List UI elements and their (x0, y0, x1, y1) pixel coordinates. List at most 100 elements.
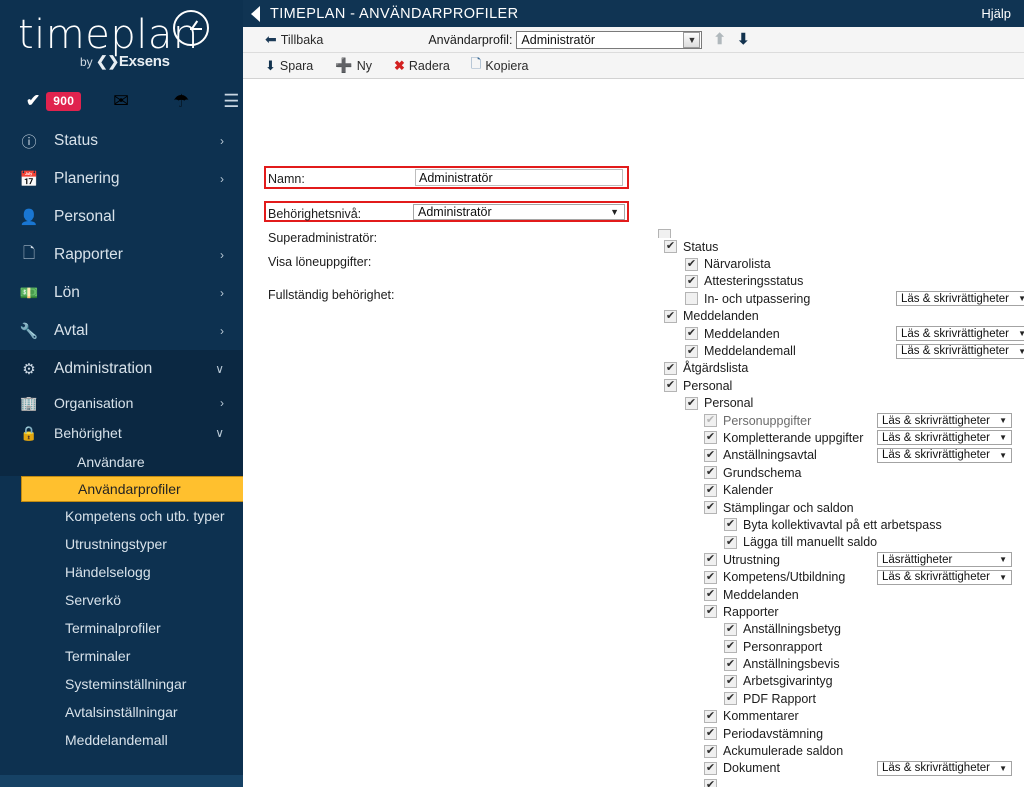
permission-checkbox[interactable]: ✔ (704, 605, 717, 619)
permission-checkbox[interactable]: ✔ (704, 414, 717, 428)
permission-label: Anställningsbevis (743, 657, 840, 672)
sidebar-item-behorighet[interactable]: 🔒 Behörighet ∨ (0, 418, 243, 448)
permission-checkbox[interactable] (685, 292, 698, 306)
permission-checkbox[interactable]: ✔ (664, 240, 677, 254)
permission-level-select[interactable]: Läsrättigheter ▼ (877, 552, 1012, 568)
permission-level-select[interactable]: Läs & skrivrättigheter ▼ (896, 291, 1024, 307)
permission-checkbox[interactable]: ✔ (685, 327, 698, 341)
permission-checkbox[interactable]: ✔ (724, 622, 737, 636)
sidebar-item-terminaler[interactable]: Terminaler (0, 642, 243, 670)
sidebar-item-utrustningstyper[interactable]: Utrustningstyper (0, 530, 243, 558)
save-button[interactable]: ⬇ Spara (265, 58, 313, 74)
sidebar-item-label: Personal (54, 208, 116, 225)
permission-label: Kommentarer (723, 709, 799, 724)
sidebar-item-planering[interactable]: 📅 Planering › (0, 160, 243, 198)
permission-checkbox[interactable]: ✔ (724, 640, 737, 654)
name-input[interactable] (415, 169, 623, 186)
permission-checkbox[interactable]: ✔ (685, 274, 698, 288)
permission-checkbox[interactable]: ✔ (704, 570, 717, 584)
permission-checkbox[interactable]: ✔ (685, 396, 698, 410)
sidebar-item-terminalprofiler[interactable]: Terminalprofiler (0, 614, 243, 642)
permission-level-value: Läs & skrivrättigheter (901, 292, 1010, 305)
exsens-mark-icon: ❮❯ (96, 53, 119, 69)
permission-checkbox[interactable]: ✔ (724, 518, 737, 532)
list-icon[interactable]: ☰ (223, 91, 239, 112)
permission-checkbox[interactable]: ✔ (704, 709, 717, 723)
sidebar-item-anvandare[interactable]: Användare (0, 448, 243, 476)
profile-select[interactable]: Administratör ▼ (516, 30, 703, 49)
permission-checkbox[interactable]: ✔ (724, 692, 737, 706)
sidebar-item-rapporter[interactable]: 🗋 Rapporter › (0, 236, 243, 274)
permission-checkbox[interactable]: ✔ (704, 466, 717, 480)
permission-label: Dokument (723, 761, 780, 776)
collapse-left-icon[interactable] (251, 5, 260, 22)
sidebar-item-personal[interactable]: 👤 Personal (0, 198, 243, 236)
sidebar-item-label: Status (54, 132, 98, 149)
timeplan-logo[interactable]: timeplan by ❮❯Exsens (18, 10, 218, 72)
permission-checkbox[interactable]: ✔ (724, 674, 737, 688)
permission-level-select[interactable]: Läs & skrivrättigheter ▼ (877, 569, 1012, 585)
permission-checkbox[interactable]: ✔ (704, 779, 717, 787)
mail-icon[interactable]: ✉ (113, 90, 129, 113)
permission-checkbox[interactable]: ✔ (685, 257, 698, 271)
sidebar-item-lon[interactable]: 💵 Lön › (0, 274, 243, 312)
permission-checkbox[interactable]: ✔ (724, 657, 737, 671)
chevron-down-icon: ▼ (1018, 294, 1024, 304)
permission-checkbox[interactable]: ✔ (704, 727, 717, 741)
help-link[interactable]: Hjälp (981, 6, 1011, 21)
chevron-down-icon: ▼ (999, 416, 1007, 426)
permission-checkbox[interactable]: ✔ (685, 344, 698, 358)
permission-checkbox[interactable]: ✔ (664, 379, 677, 393)
permission-checkbox[interactable]: ✔ (704, 553, 717, 567)
permission-checkbox[interactable]: ✔ (704, 588, 717, 601)
permission-checkbox[interactable]: ✔ (704, 744, 717, 758)
sidebar-item-anvandarprofiler[interactable]: Användarprofiler (21, 476, 243, 502)
sidebar-item-administration[interactable]: ⚙ Administration ∨ (0, 350, 243, 388)
permission-row: ✔ Personal (653, 377, 1024, 394)
umbrella-icon[interactable]: ☂ (173, 91, 189, 112)
permission-level-select[interactable]: Läs & skrivrättigheter ▼ (877, 760, 1012, 776)
permission-row: ✔ Grundschema (653, 464, 1024, 481)
permission-checkbox[interactable]: ✔ (704, 501, 717, 515)
title-bar: TIMEPLAN - ANVÄNDARPROFILER Hjälp (243, 0, 1024, 27)
permission-label: Personal (683, 378, 733, 393)
sidebar-item-status[interactable]: ⓘ Status › (0, 122, 243, 160)
chevron-down-icon: ▼ (1018, 346, 1024, 356)
sidebar-item-systeminstallningar[interactable]: Systeminställningar (0, 670, 243, 698)
approvals-quick-action[interactable]: ✔ 900 (0, 91, 82, 111)
back-button[interactable]: ⬅ Tillbaka (265, 31, 323, 48)
permission-level-select[interactable]: Läs & skrivrättigheter ▼ (877, 430, 1012, 446)
plus-icon: ➕ (335, 57, 353, 73)
permission-level-select[interactable]: Läs & skrivrättigheter ▼ (896, 326, 1024, 342)
permission-checkbox[interactable]: ✔ (704, 761, 717, 775)
save-button-label: Spara (279, 58, 314, 73)
permission-checkbox[interactable]: ✔ (704, 448, 717, 462)
permission-checkbox[interactable]: ✔ (664, 309, 677, 323)
sidebar-item-avtal[interactable]: 🔧 Avtal › (0, 312, 243, 350)
permission-row: ✔ Kalender (653, 481, 1024, 498)
permission-checkbox[interactable]: ✔ (704, 431, 717, 445)
delete-button[interactable]: ✖ Radera (394, 58, 450, 74)
permission-checkbox[interactable]: ✔ (664, 361, 677, 375)
copy-icon: 🗋 (470, 55, 482, 71)
sidebar-item-meddelandemall[interactable]: Meddelandemall (0, 726, 243, 754)
permission-level-select[interactable]: Läs & skrivrättigheter ▼ (877, 447, 1012, 463)
permission-checkbox[interactable]: ✔ (704, 483, 717, 497)
info-icon: ⓘ (21, 133, 37, 151)
permission-level-select[interactable]: Läs & skrivrättigheter ▼ (877, 413, 1012, 429)
sidebar-item-kompetens-och-utb-typer[interactable]: Kompetens och utb. typer (0, 502, 243, 530)
sidebar-item-organisation[interactable]: 🏢 Organisation › (0, 388, 243, 418)
new-button[interactable]: ➕ Ny (335, 57, 372, 74)
permission-level-value: Läs & skrivrättigheter (901, 327, 1010, 340)
permission-level-select[interactable]: Läs & skrivrättigheter ▼ (896, 343, 1024, 359)
move-up-button[interactable]: ⬆ (713, 32, 726, 47)
logo-byline: by ❮❯Exsens (80, 53, 170, 70)
sidebar-item-avtalsinstallningar[interactable]: Avtalsinställningar (0, 698, 243, 726)
sidebar-item-handelselogg[interactable]: Händelselogg (0, 558, 243, 586)
permission-label: Ackumulerade saldon (723, 744, 844, 759)
copy-button[interactable]: 🗋 Kopiera (471, 55, 529, 77)
move-down-button[interactable]: ⬇ (737, 32, 750, 47)
permission-checkbox[interactable]: ✔ (724, 535, 737, 549)
level-select[interactable]: Administratör ▼ (413, 204, 625, 220)
sidebar-item-serverko[interactable]: Serverkö (0, 586, 243, 614)
